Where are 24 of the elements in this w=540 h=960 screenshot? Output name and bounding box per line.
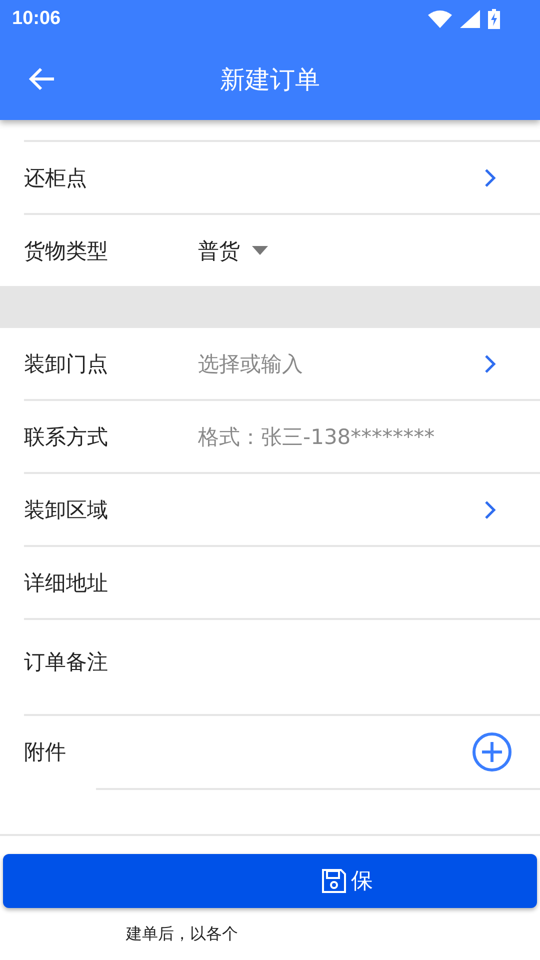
field-label: 详细地址 xyxy=(24,570,109,596)
field-label: 货物类型 xyxy=(24,238,109,264)
field-label: 附件 xyxy=(24,739,67,766)
wifi-icon xyxy=(428,10,452,28)
battery-icon xyxy=(488,9,500,29)
save-button[interactable]: 保 xyxy=(3,854,537,908)
dropdown-caret-icon[interactable] xyxy=(252,246,268,255)
chevron-right-icon[interactable] xyxy=(484,500,496,518)
status-time: 10:06 xyxy=(12,8,61,30)
field-label: 装卸区域 xyxy=(24,496,109,524)
chevron-right-icon[interactable] xyxy=(484,168,496,186)
cargo-type-dropdown[interactable]: 普货 xyxy=(198,236,240,264)
input-field[interactable]: 选择或输入 xyxy=(198,350,303,378)
signal-icon xyxy=(460,10,480,28)
field-label: 还柜点 xyxy=(24,164,88,192)
input-field[interactable]: 格式：张三-138******** xyxy=(198,422,435,450)
field-label: 联系方式 xyxy=(24,424,109,450)
add-attachment-icon[interactable] xyxy=(472,732,512,772)
back-arrow-icon[interactable] xyxy=(28,67,56,91)
field-label: 装卸门点 xyxy=(24,350,109,378)
hint-text: 建单后，以各个 xyxy=(126,924,238,945)
field-label: 订单备注 xyxy=(24,649,109,676)
page-title: 新建订单 xyxy=(220,64,320,96)
chevron-right-icon[interactable] xyxy=(484,354,496,372)
